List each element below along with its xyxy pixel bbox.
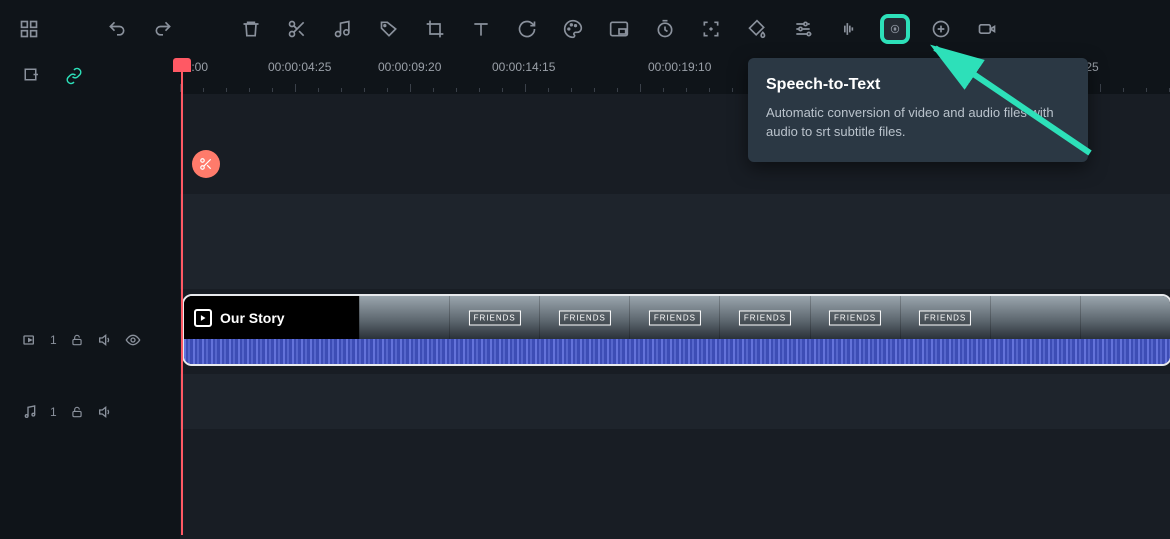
track-row[interactable] <box>180 194 1170 289</box>
ruler-label: 00:00:19:10 <box>648 60 711 74</box>
scissors-icon[interactable] <box>286 18 308 40</box>
thumbnail-overlay-text: FRIENDS <box>469 310 521 325</box>
ruler-label: 00:00:04:25 <box>268 60 331 74</box>
text-icon[interactable] <box>470 18 492 40</box>
tooltip-body: Automatic conversion of video and audio … <box>766 104 1070 142</box>
link-icon[interactable] <box>64 66 84 86</box>
undo-icon[interactable] <box>106 18 128 40</box>
speaker-icon[interactable] <box>97 332 113 348</box>
frame-icon[interactable] <box>700 18 722 40</box>
ruler-label: 00:00:09:20 <box>378 60 441 74</box>
play-icon <box>194 309 212 327</box>
clip-title: Our Story <box>220 310 285 326</box>
speech-to-text-icon[interactable] <box>884 18 906 40</box>
clip-thumbnail: FRIENDS <box>900 296 990 339</box>
clip-waveform <box>184 339 1170 364</box>
thumbnail-overlay-text: FRIENDS <box>559 310 611 325</box>
speaker-icon[interactable] <box>97 404 113 420</box>
lock-icon[interactable] <box>69 332 85 348</box>
clip-label: Our Story <box>184 296 359 339</box>
tooltip-speech-to-text: Speech-to-Text Automatic conversion of v… <box>748 58 1088 162</box>
record-icon[interactable] <box>976 18 998 40</box>
palette-icon[interactable] <box>562 18 584 40</box>
lock-icon[interactable] <box>69 404 85 420</box>
eye-icon[interactable] <box>125 332 141 348</box>
add-media-icon[interactable] <box>22 66 42 86</box>
music-icon[interactable] <box>22 404 38 420</box>
clip-thumbnail <box>1080 296 1170 339</box>
picture-in-picture-icon[interactable] <box>608 18 630 40</box>
track-row[interactable] <box>180 374 1170 429</box>
clip-thumbnail: FRIENDS <box>449 296 539 339</box>
adjustments-icon[interactable] <box>792 18 814 40</box>
trash-icon[interactable] <box>240 18 262 40</box>
clip-thumbnail <box>359 296 449 339</box>
playhead[interactable] <box>181 58 183 535</box>
video-track-header: 1 <box>0 320 180 360</box>
audio-track-index: 1 <box>50 405 57 419</box>
track-row <box>180 429 1170 539</box>
toolbar <box>0 0 1170 58</box>
audio-stretch-icon[interactable] <box>930 18 952 40</box>
audio-beat-icon[interactable] <box>838 18 860 40</box>
redo-icon[interactable] <box>152 18 174 40</box>
music-cut-icon[interactable] <box>332 18 354 40</box>
thumbnail-overlay-text: FRIENDS <box>919 310 971 325</box>
clip-thumbnail: FRIENDS <box>539 296 629 339</box>
grid-icon[interactable] <box>18 18 40 40</box>
clip-thumbnail: FRIENDS <box>719 296 809 339</box>
crop-icon[interactable] <box>424 18 446 40</box>
rotate-icon[interactable] <box>516 18 538 40</box>
clip-thumbnails: FRIENDS FRIENDS FRIENDS FRIENDS FRIENDS FRIEN… <box>359 296 1170 339</box>
audio-track-header: 1 <box>0 392 180 432</box>
tag-icon[interactable] <box>378 18 400 40</box>
thumbnail-overlay-text: FRIENDS <box>649 310 701 325</box>
tooltip-title: Speech-to-Text <box>766 76 1070 94</box>
ruler-label: 00:00:14:15 <box>492 60 555 74</box>
video-track-index: 1 <box>50 333 57 347</box>
video-clip[interactable]: Our Story FRIENDSFRIENDSFRIENDSFRIENDSFR… <box>182 294 1170 366</box>
thumbnail-overlay-text: FRIENDS <box>829 310 881 325</box>
clip-thumbnail: FRIENDS <box>810 296 900 339</box>
clip-thumbnail <box>990 296 1080 339</box>
clip-thumbnail: FRIENDS <box>629 296 719 339</box>
thumbnail-overlay-text: FRIENDS <box>739 310 791 325</box>
video-track-icon[interactable] <box>22 332 38 348</box>
timeline-marker[interactable] <box>192 150 220 178</box>
paint-bucket-icon[interactable] <box>746 18 768 40</box>
timer-icon[interactable] <box>654 18 676 40</box>
